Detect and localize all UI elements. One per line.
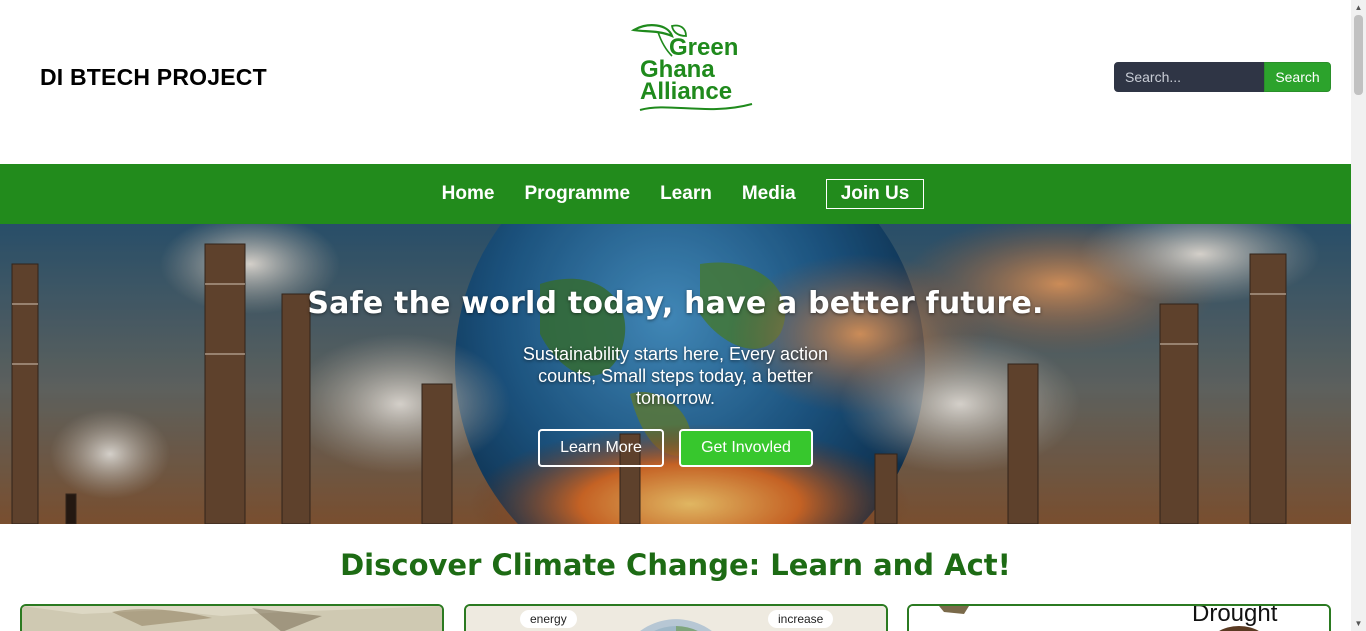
card-label: increase bbox=[768, 610, 834, 628]
hero-subtitle: Sustainability starts here, Every action… bbox=[522, 344, 829, 408]
scroll-up-arrow-icon[interactable]: ▲ bbox=[1351, 0, 1366, 15]
discover-card[interactable]: Drought bbox=[907, 604, 1331, 631]
discover-card[interactable]: energy increase bbox=[464, 604, 888, 631]
main-nav: Home Programme Learn Media Join Us bbox=[0, 164, 1351, 224]
card-image bbox=[22, 606, 442, 631]
nav-programme[interactable]: Programme bbox=[509, 183, 645, 205]
nav-media[interactable]: Media bbox=[727, 183, 811, 205]
get-involved-button[interactable]: Get Invovled bbox=[679, 429, 813, 467]
hero-title: Safe the world today, have a better futu… bbox=[307, 286, 1044, 321]
site-header: DI BTECH PROJECT Green Ghana Alliance Se… bbox=[0, 0, 1351, 164]
page-scrollbar[interactable]: ▲ ▼ bbox=[1351, 0, 1366, 631]
card-label: Drought bbox=[1192, 604, 1278, 627]
hero-banner: Safe the world today, have a better futu… bbox=[0, 224, 1351, 524]
green-ghana-alliance-logo[interactable]: Green Ghana Alliance bbox=[628, 22, 756, 118]
search-button[interactable]: Search bbox=[1264, 62, 1331, 92]
discover-card[interactable] bbox=[20, 604, 444, 631]
discover-section-title: Discover Climate Change: Learn and Act! bbox=[340, 548, 1011, 582]
search-input[interactable] bbox=[1114, 62, 1264, 92]
card-label: energy bbox=[520, 610, 577, 628]
scroll-down-arrow-icon[interactable]: ▼ bbox=[1351, 616, 1366, 631]
learn-more-button[interactable]: Learn More bbox=[538, 429, 664, 467]
search-bar: Search bbox=[1114, 62, 1331, 92]
nav-join-us-button[interactable]: Join Us bbox=[825, 179, 925, 209]
svg-text:Alliance: Alliance bbox=[640, 78, 732, 105]
nav-learn[interactable]: Learn bbox=[645, 183, 727, 205]
scroll-thumb[interactable] bbox=[1354, 15, 1363, 95]
nav-home[interactable]: Home bbox=[427, 183, 510, 205]
site-brand[interactable]: DI BTECH PROJECT bbox=[40, 64, 267, 91]
